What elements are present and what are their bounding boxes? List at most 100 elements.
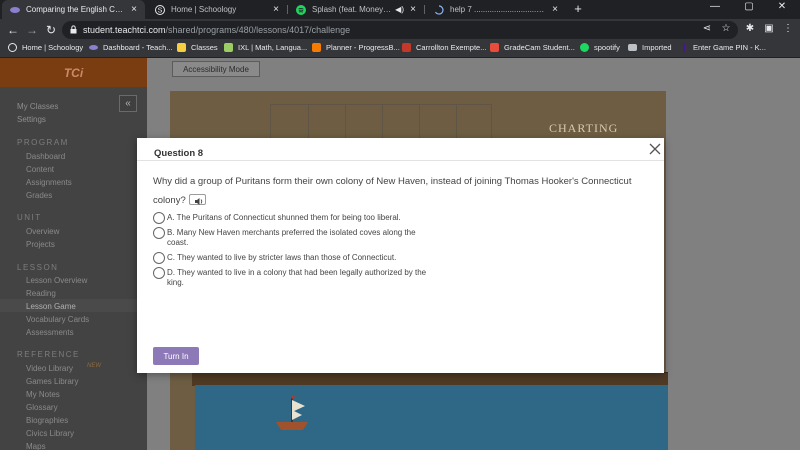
close-icon[interactable] [648, 142, 662, 156]
question-modal: Question 8 Why did a group of Puritans f… [137, 138, 664, 373]
sidebar-item-overview[interactable]: Overview [26, 227, 59, 236]
question-prompt: Why did a group of Puritans form their o… [153, 176, 632, 206]
bookmark-label: GradeCam Student... [504, 43, 575, 52]
audio-button[interactable] [188, 193, 206, 205]
url-path: /shared/programs/480/lessons/4017/challe… [165, 25, 351, 35]
sidebar-item-reading[interactable]: Reading [26, 289, 56, 298]
bookmark-star-icon[interactable]: ☆ [719, 23, 733, 34]
section-heading-lesson: LESSON [17, 263, 59, 272]
sidebar-item-vocabulary-cards[interactable]: Vocabulary Cards [26, 315, 89, 324]
menu-icon[interactable]: ⋮ [781, 23, 795, 34]
tci-icon [10, 5, 20, 15]
carrollton-icon [402, 43, 411, 52]
tab-help[interactable]: help 7 .................................… [426, 0, 566, 19]
sidebar-item-biographies[interactable]: Biographies [26, 416, 68, 425]
bookmark-dashboard[interactable]: Dashboard - Teach... [89, 43, 173, 52]
bookmark-label: Enter Game PIN - K... [693, 43, 766, 52]
close-icon[interactable]: × [550, 4, 560, 15]
extensions-icon[interactable]: ✱ [743, 23, 757, 34]
url-host: student.teachtci.com [83, 25, 166, 35]
section-heading-program: PROGRAM [17, 138, 69, 147]
option-label: C. They wanted to live by stricter laws … [167, 253, 397, 262]
tab-divider [424, 5, 425, 14]
lock-icon[interactable] [70, 21, 77, 39]
back-icon[interactable]: ← [6, 23, 20, 37]
sidebar-link-settings[interactable]: Settings [17, 115, 46, 124]
minimize-icon[interactable]: — [708, 1, 722, 12]
close-icon[interactable]: × [129, 4, 139, 15]
close-icon[interactable]: × [408, 4, 418, 15]
sidebar-link-my-classes[interactable]: My Classes [17, 102, 58, 111]
speaker-icon[interactable]: ◀) [395, 5, 404, 14]
modal-title: Question 8 [154, 148, 204, 159]
restore-icon[interactable]: ▢ [742, 1, 756, 12]
sidebar-item-glossary[interactable]: Glossary [26, 403, 58, 412]
radio-button[interactable] [153, 227, 165, 239]
bookmark-gradecam[interactable]: GradeCam Student... [490, 43, 575, 52]
sidebar-item-games-library[interactable]: Games Library [26, 377, 78, 386]
share-icon[interactable]: ⋖ [700, 23, 714, 34]
bookmark-ixl[interactable]: IXL | Math, Langua... [224, 43, 307, 52]
game-title: CHARTING [549, 121, 619, 135]
reload-icon[interactable]: ↻ [44, 23, 58, 37]
close-window-icon[interactable]: ✕ [775, 1, 789, 12]
sidebar-item-assessments[interactable]: Assessments [26, 328, 74, 337]
page-content: TCi « My Classes Settings PROGRAM Dashbo… [0, 58, 800, 450]
spotify-icon [296, 4, 306, 15]
new-tab-button[interactable]: + [571, 1, 585, 16]
bookmark-classes[interactable]: Classes [177, 43, 218, 52]
sidebar-item-content[interactable]: Content [26, 165, 54, 174]
spotify-icon [580, 43, 589, 52]
address-bar[interactable]: student.teachtci.com/shared/programs/480… [62, 21, 738, 39]
sidebar-item-maps[interactable]: Maps [26, 442, 46, 450]
sidebar-item-lesson-game[interactable]: Lesson Game [26, 302, 76, 311]
bookmark-imported[interactable]: Imported [628, 43, 672, 52]
sidebar-item-dashboard[interactable]: Dashboard [26, 152, 65, 161]
radio-button[interactable] [153, 252, 165, 264]
ixl-icon [224, 43, 233, 52]
sidebar-item-lesson-overview[interactable]: Lesson Overview [26, 276, 87, 285]
tab-splash[interactable]: Splash (feat. Moneybagg Yo) ◀) × [288, 0, 424, 19]
answer-option-a[interactable]: A. The Puritans of Connecticut shunned t… [153, 212, 433, 224]
close-icon[interactable]: × [271, 4, 281, 15]
accessibility-mode-button[interactable]: Accessibility Mode [172, 61, 260, 77]
bookmark-label: Home | Schoology [22, 43, 84, 52]
sidebar-item-video-library[interactable]: Video Library [26, 364, 73, 373]
bookmark-label: Carrollton Exempte... [416, 43, 487, 52]
answer-option-d[interactable]: D. They wanted to live in a colony that … [153, 267, 433, 288]
bookmark-kahoot[interactable]: Enter Game PIN - K... [683, 43, 766, 52]
radio-button[interactable] [153, 267, 165, 279]
sidebar-item-civics-library[interactable]: Civics Library [26, 429, 74, 438]
answer-option-b[interactable]: B. Many New Haven merchants preferred th… [153, 227, 433, 248]
tab-comparing-english-colonies[interactable]: Comparing the English Colonies × [2, 0, 145, 19]
sidebar-item-assignments[interactable]: Assignments [26, 178, 72, 187]
browser-toolbar: ← → ↻ student.teachtci.com/shared/progra… [0, 19, 800, 41]
bookmark-label: Planner - ProgressB... [326, 43, 400, 52]
bookmark-planner[interactable]: Planner - ProgressB... [312, 43, 400, 52]
collapse-sidebar-button[interactable]: « [119, 95, 137, 112]
speaker-icon [194, 197, 202, 205]
radio-button[interactable] [153, 212, 165, 224]
sidebar-item-projects[interactable]: Projects [26, 240, 55, 249]
turn-in-button[interactable]: Turn In [153, 347, 199, 365]
sidebar-item-my-notes[interactable]: My Notes [26, 390, 60, 399]
tab-label: Home | Schoology [171, 5, 237, 14]
tci-logo[interactable]: TCi [0, 58, 147, 87]
bookmark-label: Classes [191, 43, 218, 52]
tab-schoology[interactable]: S Home | Schoology × [147, 0, 287, 19]
bookmark-label: Imported [642, 43, 672, 52]
bookmark-carrollton[interactable]: Carrollton Exempte... [402, 43, 486, 52]
folder-icon [628, 44, 637, 51]
bookmark-schoology[interactable]: Home | Schoology [8, 43, 83, 52]
sidebar-item-grades[interactable]: Grades [26, 191, 52, 200]
new-badge: NEW [87, 363, 101, 369]
sidebar: TCi « My Classes Settings PROGRAM Dashbo… [0, 58, 147, 450]
bookmark-spootify[interactable]: spootify [580, 43, 620, 52]
planner-icon [312, 43, 321, 52]
answer-option-c[interactable]: C. They wanted to live by stricter laws … [153, 252, 433, 264]
browser-tab-strip: Comparing the English Colonies × S Home … [0, 0, 800, 19]
tab-label: Comparing the English Colonies [26, 5, 125, 14]
forward-icon[interactable]: → [25, 23, 39, 37]
side-panel-icon[interactable]: ▣ [762, 23, 776, 34]
classes-icon [177, 43, 186, 52]
